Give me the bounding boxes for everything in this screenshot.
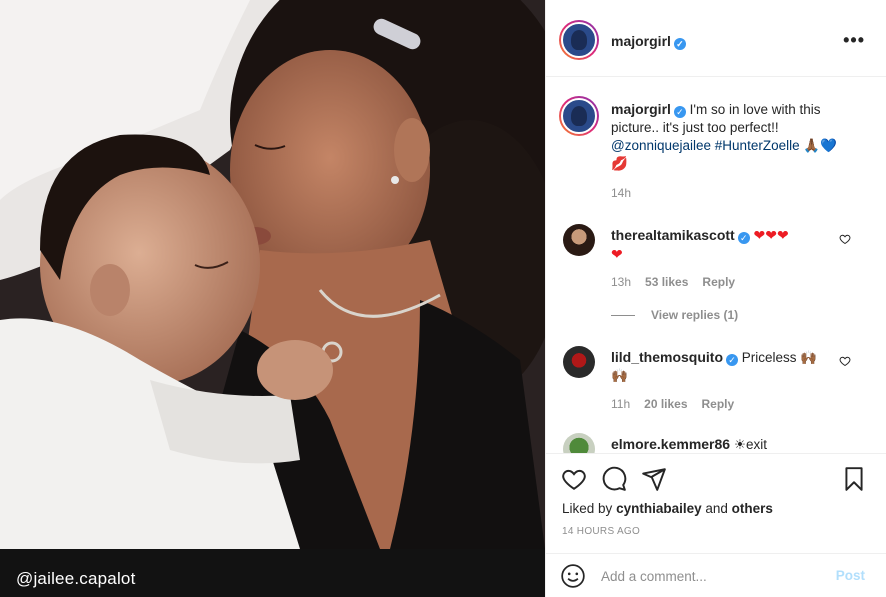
post-actions: Liked by cynthiabailey and others 14 HOU…	[546, 453, 886, 553]
commenter-username[interactable]: elmore.kemmer86	[611, 436, 730, 452]
view-replies-label[interactable]: View replies (1)	[651, 308, 738, 322]
comment-time: 13h	[611, 275, 632, 289]
verified-badge-icon: ✓	[673, 38, 686, 50]
author-username-header[interactable]: majorgirl ✓	[611, 33, 686, 50]
comment-body-line2: ❤	[611, 246, 623, 262]
add-comment-bar: Post	[546, 553, 886, 597]
commenter-avatar[interactable]	[563, 346, 595, 378]
instagram-post-modal: @jailee.capalot majorgirl ✓ ••• majorgirl…	[0, 0, 886, 597]
verified-badge-icon: ✓	[673, 106, 686, 118]
reply-button[interactable]: Reply	[702, 275, 735, 289]
commenter-username[interactable]: therealtamikascott	[611, 227, 735, 243]
post-side-panel: majorgirl ✓ ••• majorgirl ✓ I'm so in love…	[545, 0, 886, 597]
comment-body-line2: 🙌🏾	[611, 368, 628, 383]
comment-text: therealtamikascott ✓ ❤❤❤ ❤	[611, 226, 851, 264]
verified-badge-icon: ✓	[737, 232, 750, 244]
post-header: majorgirl ✓ •••	[546, 0, 886, 77]
author-avatar[interactable]	[559, 20, 599, 60]
comment-bubble-icon[interactable]	[601, 466, 627, 492]
comment-body: ☀exit	[733, 437, 767, 452]
caption-emoji-line2: 💋	[611, 156, 628, 171]
share-send-icon[interactable]	[641, 466, 667, 492]
liked-by-text: Liked by cynthiabailey and others	[562, 501, 773, 516]
add-comment-input[interactable]	[601, 566, 821, 586]
more-options-icon[interactable]: •••	[843, 30, 865, 51]
emoji-smile-icon[interactable]	[560, 563, 586, 589]
caption-mention[interactable]: @zonniquejailee	[611, 138, 711, 153]
save-bookmark-icon[interactable]	[841, 466, 867, 492]
caption-author-avatar[interactable]	[559, 96, 599, 136]
photo-watermark: @jailee.capalot	[16, 569, 136, 588]
view-replies-button[interactable]: View replies (1)	[611, 308, 738, 322]
comment-likes[interactable]: 20 likes	[644, 397, 687, 411]
like-comment-heart-icon[interactable]	[839, 355, 851, 367]
comment-text: elmore.kemmer86 ☀exit	[611, 435, 851, 453]
reply-button[interactable]: Reply	[702, 397, 735, 411]
liked-by-user[interactable]: cynthiabailey	[616, 501, 702, 516]
post-comment-button[interactable]: Post	[836, 568, 865, 583]
photo-illustration	[0, 0, 545, 549]
liked-by-others[interactable]: others	[732, 501, 773, 516]
liked-by-prefix: Liked by	[562, 501, 613, 516]
comment-meta: 11h 20 likes Reply	[611, 397, 748, 411]
commenter-avatar[interactable]	[563, 224, 595, 256]
caption-emojis: 🙏🏾💙	[803, 138, 837, 153]
comment-meta: 13h 53 likes Reply	[611, 275, 749, 289]
caption-hashtag[interactable]: #HunterZoelle	[715, 138, 800, 153]
comment-body: Priceless 🙌🏾	[741, 350, 818, 365]
comment-text: lild_themosquito ✓ Priceless 🙌🏾 🙌🏾	[611, 348, 851, 385]
post-timestamp[interactable]: 14 HOURS AGO	[562, 526, 640, 537]
comments-list[interactable]: majorgirl ✓ I'm so in love with this pict…	[546, 78, 886, 453]
photo-watermark-strip: @jailee.capalot	[0, 549, 545, 597]
commenter-username[interactable]: lild_themosquito	[611, 349, 723, 365]
comment-likes[interactable]: 53 likes	[645, 275, 688, 289]
author-username[interactable]: majorgirl	[611, 33, 671, 49]
caption-text: majorgirl ✓ I'm so in love with this pict…	[611, 100, 861, 173]
commenter-avatar[interactable]	[563, 433, 595, 453]
verified-badge-icon: ✓	[726, 354, 738, 366]
liked-by-and: and	[705, 501, 728, 516]
caption-username[interactable]: majorgirl	[611, 101, 671, 117]
like-comment-heart-icon[interactable]	[839, 233, 851, 245]
replies-divider	[611, 315, 635, 317]
comment-time: 11h	[611, 397, 631, 411]
caption-time: 14h	[611, 186, 632, 200]
like-heart-icon[interactable]	[561, 466, 587, 492]
post-photo[interactable]	[0, 0, 545, 549]
comment-body: ❤❤❤	[753, 227, 789, 243]
